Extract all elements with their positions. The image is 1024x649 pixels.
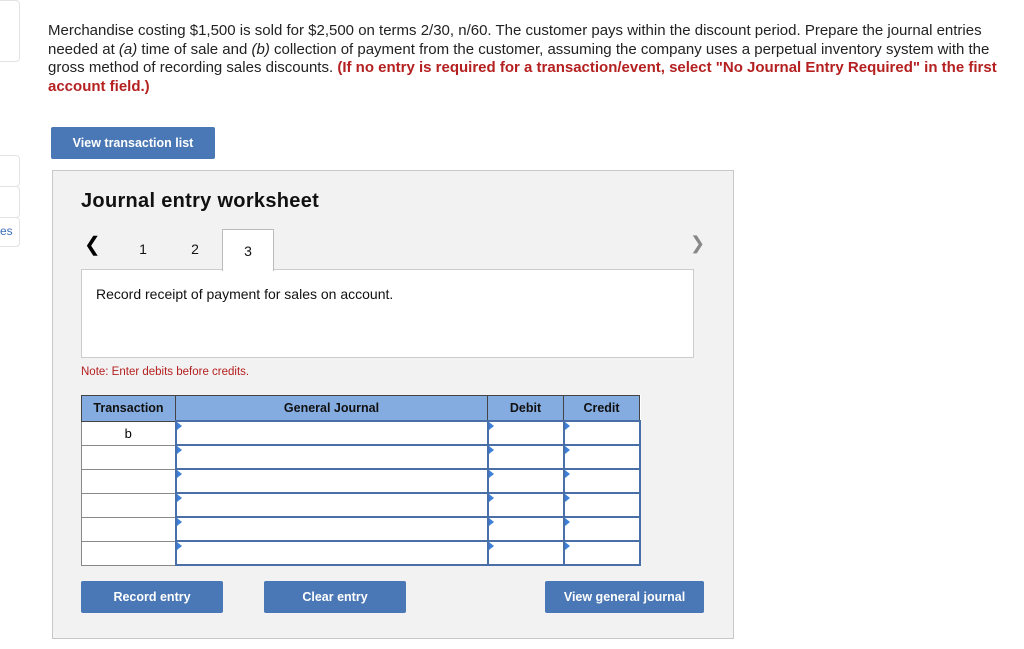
- table-row: [81, 468, 641, 494]
- account-input[interactable]: [174, 420, 489, 446]
- transaction-cell: b: [81, 420, 176, 446]
- entry-description-box: Record receipt of payment for sales on a…: [81, 269, 694, 358]
- debit-input[interactable]: [486, 516, 565, 542]
- credit-input[interactable]: [562, 540, 641, 566]
- note-text: Note: Enter debits before credits.: [81, 366, 250, 378]
- credit-input[interactable]: [562, 516, 641, 542]
- question-part: time of sale and: [137, 40, 252, 58]
- table-row: [81, 540, 641, 566]
- column-general-journal: General Journal: [175, 395, 488, 422]
- debit-input[interactable]: [486, 540, 565, 566]
- account-input[interactable]: [174, 492, 489, 518]
- tab-1[interactable]: 1: [118, 229, 168, 269]
- credit-input[interactable]: [562, 492, 641, 518]
- column-debit: Debit: [487, 395, 564, 422]
- question-part: (b): [251, 40, 270, 58]
- table-header: Transaction General Journal Debit Credit: [81, 395, 640, 422]
- journal-table: Transaction General Journal Debit Credit…: [81, 395, 641, 566]
- account-input[interactable]: [174, 468, 489, 494]
- chevron-right-icon[interactable]: ❯: [690, 233, 705, 254]
- question-part: (a): [118, 40, 138, 58]
- credit-input[interactable]: [562, 420, 641, 446]
- worksheet-title: Journal entry worksheet: [81, 190, 320, 212]
- tab-3[interactable]: 3: [222, 229, 274, 271]
- account-input[interactable]: [174, 444, 489, 470]
- column-transaction: Transaction: [81, 395, 176, 422]
- transaction-cell: [81, 492, 176, 518]
- sidebar-link-fragment[interactable]: es: [0, 224, 13, 238]
- column-credit: Credit: [563, 395, 640, 422]
- clear-entry-button[interactable]: Clear entry: [264, 581, 406, 613]
- sidebar-card[interactable]: [0, 186, 20, 218]
- account-input[interactable]: [174, 516, 489, 542]
- view-transaction-list-button[interactable]: View transaction list: [51, 127, 215, 159]
- transaction-cell: [81, 540, 176, 566]
- table-row: [81, 492, 641, 518]
- debit-input[interactable]: [486, 492, 565, 518]
- sidebar-card[interactable]: [0, 155, 20, 187]
- question-text: Merchandise costing $1,500 is sold for $…: [48, 22, 1013, 96]
- debit-input[interactable]: [486, 420, 565, 446]
- debit-input[interactable]: [486, 444, 565, 470]
- table-row: [81, 444, 641, 470]
- entry-description: Record receipt of payment for sales on a…: [96, 286, 394, 302]
- account-input[interactable]: [174, 540, 489, 566]
- record-entry-button[interactable]: Record entry: [81, 581, 223, 613]
- transaction-cell: [81, 444, 176, 470]
- debit-input[interactable]: [486, 468, 565, 494]
- transaction-cell: [81, 468, 176, 494]
- table-row: [81, 516, 641, 542]
- credit-input[interactable]: [562, 468, 641, 494]
- tab-2[interactable]: 2: [170, 229, 220, 269]
- credit-input[interactable]: [562, 444, 641, 470]
- view-general-journal-button[interactable]: View general journal: [545, 581, 704, 613]
- chevron-left-icon[interactable]: ❮: [84, 232, 101, 257]
- transaction-cell: [81, 516, 176, 542]
- table-row: b: [81, 420, 641, 446]
- sidebar-card: [0, 0, 20, 62]
